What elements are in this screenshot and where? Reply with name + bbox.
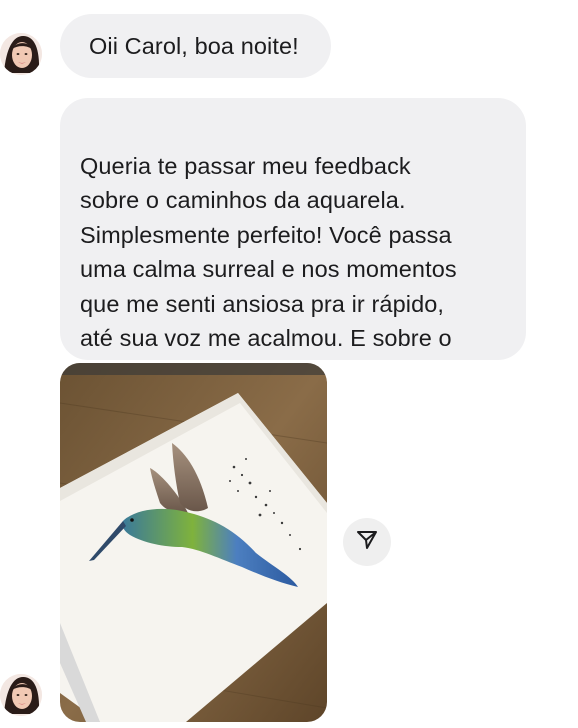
message-text: Oii Carol, boa noite!	[89, 32, 299, 59]
photo-message-hummingbird[interactable]	[60, 363, 327, 722]
message-text: Queria te passar meu feedback sobre o ca…	[80, 152, 457, 386]
share-button[interactable]	[343, 518, 391, 566]
send-arrow-icon	[356, 529, 378, 556]
message-bubble-greeting[interactable]: Oii Carol, boa noite!	[60, 14, 331, 78]
sender-avatar[interactable]	[0, 33, 42, 75]
sender-avatar[interactable]	[0, 674, 42, 716]
message-bubble-feedback[interactable]: Queria te passar meu feedback sobre o ca…	[60, 98, 526, 386]
